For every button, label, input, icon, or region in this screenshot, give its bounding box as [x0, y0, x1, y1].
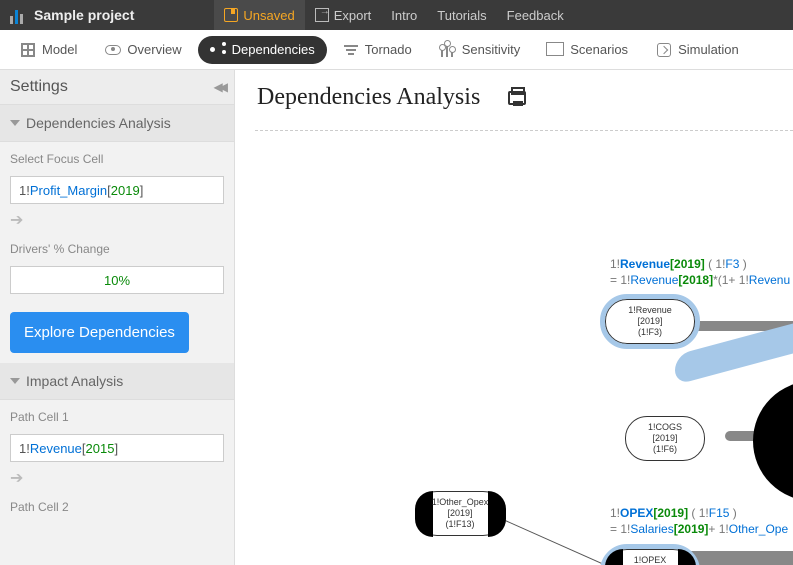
- section-impact-body: Path Cell 1 1!Revenue[2015] ➔ Path Cell …: [0, 400, 234, 534]
- export-icon: [315, 8, 329, 22]
- save-icon: [224, 8, 238, 22]
- export-label: Export: [334, 8, 372, 23]
- explore-dependencies-button[interactable]: Explore Dependencies: [10, 312, 189, 353]
- drivers-pct-input[interactable]: 10%: [10, 266, 224, 294]
- tab-scenarios[interactable]: Scenarios: [536, 36, 640, 64]
- logo-icon: [10, 6, 28, 24]
- focus-node[interactable]: [753, 381, 793, 501]
- tab-sensitivity[interactable]: Sensitivity: [428, 36, 533, 64]
- opex-node[interactable]: 1!OPEX [2019] (1!F15): [605, 549, 695, 565]
- section-dependencies-body: Select Focus Cell 1!Profit_Margin[2019] …: [0, 142, 234, 363]
- topbar-menu: Unsaved Export Intro Tutorials Feedback: [214, 0, 573, 30]
- drivers-pct-label: Drivers' % Change: [10, 242, 224, 256]
- tab-dependencies[interactable]: Dependencies: [198, 36, 327, 64]
- dependencies-icon: [210, 42, 226, 58]
- simulation-icon: [656, 42, 672, 58]
- sidebar: Settings ◀◀ Dependencies Analysis Select…: [0, 70, 235, 565]
- path-cell-1-input[interactable]: 1!Revenue[2015]: [10, 434, 224, 462]
- project-title: Sample project: [34, 7, 134, 23]
- focus-cell-label: Select Focus Cell: [10, 152, 224, 166]
- path-cell-1-label: Path Cell 1: [10, 410, 224, 424]
- export-button[interactable]: Export: [305, 0, 382, 30]
- section-dependencies-header[interactable]: Dependencies Analysis: [0, 105, 234, 142]
- unsaved-button[interactable]: Unsaved: [214, 0, 304, 30]
- path-cell-2-label: Path Cell 2: [10, 500, 224, 514]
- main: Settings ◀◀ Dependencies Analysis Select…: [0, 70, 793, 565]
- cogs-node[interactable]: 1!COGS [2019] (1!F6): [625, 416, 705, 461]
- caret-down-icon: [10, 378, 20, 384]
- tab-tornado[interactable]: Tornado: [331, 36, 424, 64]
- opex-formula: = 1!Salaries[2019]+ 1!Other_Ope: [610, 522, 788, 536]
- feedback-button[interactable]: Feedback: [497, 0, 574, 30]
- settings-header: Settings ◀◀: [0, 70, 234, 105]
- settings-title: Settings: [10, 78, 68, 96]
- dependency-graph[interactable]: 1!Revenue[2019] ( 1!F3 ) = 1!Revenue[201…: [255, 130, 793, 565]
- caret-down-icon: [10, 120, 20, 126]
- unsaved-label: Unsaved: [243, 8, 294, 23]
- page-title-row: Dependencies Analysis: [235, 70, 793, 111]
- revenue-node[interactable]: 1!Revenue [2019] (1!F3): [605, 299, 695, 344]
- tab-model[interactable]: Model: [8, 36, 89, 64]
- tutorials-button[interactable]: Tutorials: [427, 0, 496, 30]
- view-tabs: Model Overview Dependencies Tornado Sens…: [0, 30, 793, 70]
- focus-cell-input[interactable]: 1!Profit_Margin[2019]: [10, 176, 224, 204]
- other-opex-node[interactable]: 1!Other_Opex [2019] (1!F13): [415, 491, 505, 536]
- intro-button[interactable]: Intro: [381, 0, 427, 30]
- sensitivity-icon: [440, 42, 456, 58]
- arrow-right-icon[interactable]: ➔: [10, 210, 23, 230]
- tornado-icon: [343, 42, 359, 58]
- overview-icon: [105, 42, 121, 58]
- arrow-right-icon[interactable]: ➔: [10, 468, 23, 488]
- collapse-icon[interactable]: ◀◀: [214, 80, 224, 94]
- revenue-formula: = 1!Revenue[2018]*(1+ 1!Revenu: [610, 273, 790, 287]
- tab-simulation[interactable]: Simulation: [644, 36, 751, 64]
- print-icon[interactable]: [508, 91, 526, 105]
- scenarios-icon: [548, 42, 564, 58]
- logo-block[interactable]: Sample project: [0, 6, 144, 24]
- opex-label: 1!OPEX[2019] ( 1!F15 ): [610, 506, 737, 520]
- topbar: Sample project Unsaved Export Intro Tuto…: [0, 0, 793, 30]
- canvas: Dependencies Analysis 1!Revenue[2019] ( …: [235, 70, 793, 565]
- section-impact-header[interactable]: Impact Analysis: [0, 363, 234, 400]
- model-icon: [20, 42, 36, 58]
- tab-overview[interactable]: Overview: [93, 36, 193, 64]
- revenue-label: 1!Revenue[2019] ( 1!F3 ): [610, 257, 747, 271]
- page-title: Dependencies Analysis: [257, 84, 480, 111]
